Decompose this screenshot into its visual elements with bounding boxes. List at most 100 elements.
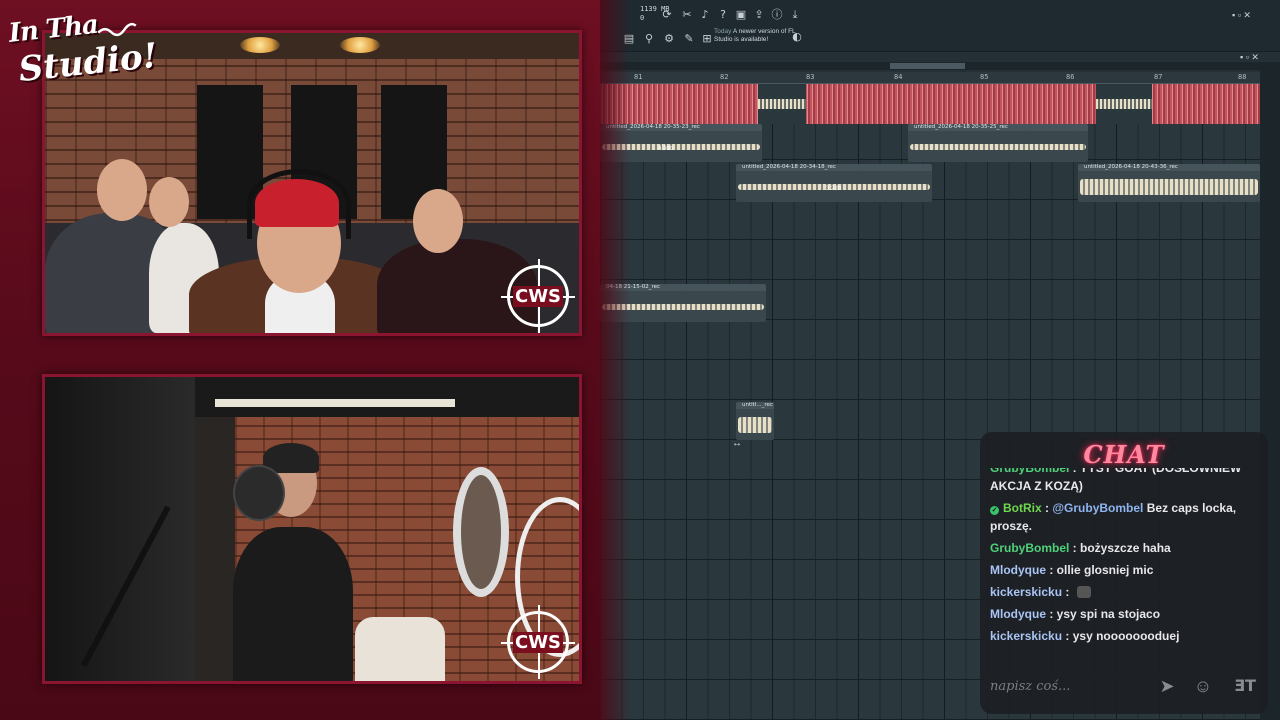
ceiling-lamp [240, 37, 280, 53]
in-tha-studio-logo: In Tha Studio! [7, 5, 159, 113]
ruler-mark: 83 [806, 73, 815, 81]
person-back-head [149, 177, 189, 227]
send-icon[interactable]: ➤ [1156, 676, 1178, 697]
verified-check-icon: ✓ [990, 506, 999, 515]
chat-input[interactable] [990, 672, 1160, 700]
chat-username[interactable]: kickerskicku [990, 585, 1062, 599]
chat-emote-icon [1076, 586, 1091, 598]
chat-text: ysy noooooooduej [1072, 629, 1180, 643]
round-mirror [453, 467, 509, 597]
emote-button[interactable]: ƎT [1230, 676, 1260, 695]
scroll-thumb[interactable] [890, 63, 965, 69]
audio-track-red[interactable] [600, 84, 1260, 124]
chat-text: ollie glosniej mic [1056, 563, 1154, 577]
cart-icon[interactable]: ⊞ [700, 32, 714, 46]
logo-squiggle-icon [97, 22, 137, 37]
waveform [1080, 178, 1258, 195]
red-cap [255, 179, 339, 227]
microphone-icon [233, 465, 285, 521]
chat-message: Mlodyque : ysy spi na stojaco [990, 605, 1262, 623]
waveform-gap [758, 84, 806, 124]
emoji-icon[interactable]: ☺ [1192, 676, 1214, 697]
singer-body [233, 527, 353, 681]
person-left-head [97, 159, 147, 221]
clip-gain-badge: 4.3db [658, 146, 674, 152]
chat-username[interactable]: GrubyBombel [990, 468, 1069, 475]
person-right-head [413, 189, 463, 253]
chat-message: ✓ BotRix : @GrubyBombel Bez caps locka, p… [990, 499, 1262, 535]
chat-messages[interactable]: GrubyBombel : YYSY GOAT (DOSŁOWNIEW AKCJ… [990, 468, 1262, 660]
ruler-mark: 87 [1154, 73, 1163, 81]
refresh-icon[interactable]: ⟳ [660, 8, 674, 22]
ruler-mark: 88 [1238, 73, 1247, 81]
waveform [910, 143, 1086, 150]
cws-text: CWS [512, 631, 564, 653]
resize-cursor-icon: ↔ [732, 438, 742, 449]
ruler-mark: 81 [634, 73, 643, 81]
chat-username[interactable]: Mlodyque [990, 607, 1046, 621]
clip-name: untitl..._rec [736, 402, 774, 409]
booth-ceiling [195, 377, 579, 417]
audio-clip[interactable]: untitled_2026-04-18 20-35-25_rec [908, 124, 1088, 162]
news-label: Today [714, 28, 732, 35]
chat-separator: : [1069, 468, 1080, 475]
ceiling-lamp [340, 37, 380, 53]
cws-watermark: CWS [501, 259, 575, 333]
chat-widget: CHAT GrubyBombel : YYSY GOAT (DOSŁOWNIEW… [980, 432, 1268, 714]
horizontal-scrollbar[interactable] [600, 62, 1260, 70]
timeline-ruler[interactable]: 81 82 83 84 85 86 87 88 [600, 72, 1260, 84]
save-icon[interactable]: ▣ [734, 8, 748, 22]
vocal-booth-camera: CWS [42, 374, 582, 684]
export-icon[interactable]: ⇪ [752, 8, 766, 22]
ruler-mark: 85 [980, 73, 989, 81]
info-icon[interactable]: ⓘ [770, 8, 784, 22]
clip-gain-badge: 3.2db [826, 186, 842, 192]
brush-icon[interactable]: ✎ [682, 32, 696, 46]
ruler-mark: 86 [1066, 73, 1075, 81]
chat-text: bożyszcze haha [1080, 541, 1171, 555]
clip-name: untitled_2026-04-18 20-34-18_rec [736, 164, 932, 171]
download-icon[interactable]: ⤓ [788, 8, 802, 22]
help-icon[interactable]: ? [716, 8, 730, 22]
chat-separator: : [1069, 541, 1081, 555]
pointer-icon[interactable]: ⚲ [642, 32, 656, 46]
chat-message: kickerskicku : [990, 583, 1262, 601]
chat-mention[interactable]: @GrubyBombel [1052, 501, 1143, 515]
chat-username[interactable]: BotRix [1003, 501, 1042, 515]
audio-clip[interactable]: untitled_2026-04-18 20-34-18_rec [736, 164, 932, 202]
chat-message: GrubyBombel : YYSY GOAT (DOSŁOWNIEW AKCJ… [990, 468, 1262, 495]
chat-username[interactable]: Mlodyque [990, 563, 1046, 577]
white-chair [355, 617, 445, 681]
cws-watermark: CWS [501, 605, 575, 679]
chat-separator: : [1046, 607, 1057, 621]
plug-icon[interactable]: ⚙ [662, 32, 676, 46]
ruler-mark: 84 [894, 73, 903, 81]
waveform [738, 416, 772, 433]
chat-title: CHAT [1083, 440, 1165, 469]
chat-message: Mlodyque : ollie glosniej mic [990, 561, 1262, 579]
clip-name: untitled_2026-04-18 20-43-36_rec [1078, 164, 1260, 171]
cws-text: CWS [512, 285, 564, 307]
stream-overlay: In Tha Studio! CWS CWS [0, 0, 630, 720]
cut-icon[interactable]: ✂ [680, 8, 694, 22]
clip-name: untitled_2026-04-18 20-35-25_rec [908, 124, 1088, 131]
booth-foam-wall [45, 377, 195, 681]
audio-clip[interactable]: untitled_2026-04-18 20-43-36_rec [1078, 164, 1260, 202]
update-icon[interactable]: ◐ [790, 30, 804, 44]
chat-username[interactable]: GrubyBombel [990, 541, 1069, 555]
chat-text: ysy spi na stojaco [1056, 607, 1161, 621]
window-controls[interactable]: ▪ ▫ ✕ [1232, 10, 1251, 21]
mic-icon[interactable]: ♪ [698, 8, 712, 22]
chat-username[interactable]: kickerskicku [990, 629, 1062, 643]
chat-message: GrubyBombel : bożyszcze haha [990, 539, 1262, 557]
chat-separator: : [1041, 501, 1053, 515]
waveform-gap [1096, 84, 1152, 124]
chat-separator: : [1062, 629, 1073, 643]
booth-light [215, 399, 455, 407]
chat-separator: : [1046, 563, 1057, 577]
chat-separator: : [1062, 585, 1073, 599]
daw-toolbar: 1139 MB 0 ⟳ ✂ ♪ ? ▣ ⇪ ⓘ ⤓ ▤ ⚲ ⚙ ✎ ⊞ Toda… [600, 0, 1280, 52]
chat-message: kickerskicku : ysy noooooooduej [990, 627, 1262, 645]
audio-clip[interactable]: untitl..._rec [736, 402, 774, 440]
ruler-mark: 82 [720, 73, 729, 81]
